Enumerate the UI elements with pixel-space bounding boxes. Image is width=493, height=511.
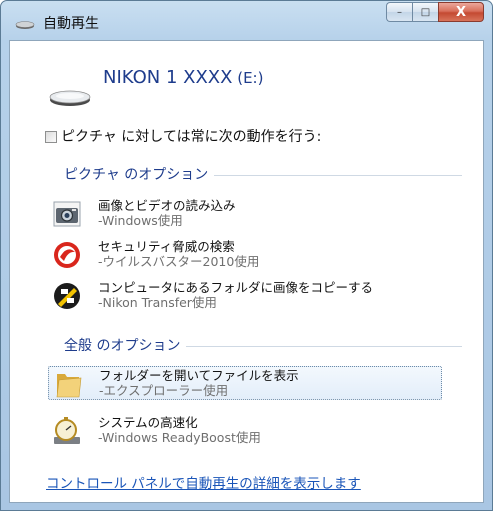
maximize-icon: □ (420, 6, 431, 18)
picture-options-header: ピクチャ のオプション (64, 166, 462, 184)
always-do-label: ピクチャ に対しては常に次の動作を行う: (61, 129, 322, 145)
nikon-transfer-icon (54, 283, 80, 309)
option-subtitle: -ウイルスバスター2010使用 (98, 254, 260, 269)
drive-heading: NIKON 1 XXXX (E:) (103, 67, 263, 89)
picture-options-label: ピクチャ のオプション (64, 167, 209, 183)
divider (214, 174, 462, 176)
close-button[interactable]: X (438, 2, 484, 22)
option-copy-to-folder[interactable]: コンピュータにあるフォルダに画像をコピーする -Nikon Transfer使用 (48, 279, 442, 313)
virus-buster-icon (54, 242, 80, 268)
minimize-icon: – (397, 6, 402, 18)
autoplay-window: 自動再生 – □ X NIKON 1 XXXX (E:) ピクチャ に対しては常… (0, 0, 493, 511)
folder-icon (56, 374, 82, 398)
option-title: システムの高速化 (98, 415, 198, 430)
general-options-label: 全般 のオプション (64, 338, 181, 354)
close-icon: X (455, 4, 467, 20)
drive-small-icon (15, 21, 35, 29)
camera-import-icon (53, 201, 81, 227)
option-title: 画像とビデオの読み込み (98, 198, 236, 213)
caption-buttons: – □ X (386, 2, 484, 24)
maximize-button[interactable]: □ (412, 2, 438, 22)
option-subtitle: -Nikon Transfer使用 (98, 295, 217, 310)
general-options-header: 全般 のオプション (64, 337, 462, 355)
always-do-row[interactable]: ピクチャ に対しては常に次の動作を行う: (45, 128, 321, 146)
control-panel-link[interactable]: コントロール パネルで自動再生の詳細を表示します (46, 475, 361, 493)
option-title: コンピュータにあるフォルダに画像をコピーする (98, 280, 374, 295)
option-subtitle: -Windows ReadyBoost使用 (98, 430, 261, 445)
minimize-button[interactable]: – (386, 2, 412, 22)
dialog-content: NIKON 1 XXXX (E:) ピクチャ に対しては常に次の動作を行う: ピ… (9, 40, 484, 503)
always-do-checkbox[interactable] (45, 131, 57, 143)
divider (186, 345, 462, 347)
drive-name: NIKON 1 XXXX (103, 67, 233, 88)
option-subtitle: -エクスプローラー使用 (99, 383, 229, 398)
title-bar[interactable]: 自動再生 – □ X (1, 1, 492, 41)
option-subtitle: -Windows使用 (98, 213, 183, 228)
removable-drive-icon (49, 90, 91, 106)
readyboost-stopwatch-icon (54, 417, 80, 444)
window-title: 自動再生 (43, 16, 99, 32)
option-open-folder[interactable]: フォルダーを開いてファイルを表示 -エクスプローラー使用 (48, 366, 442, 400)
option-speed-up-system[interactable]: システムの高速化 -Windows ReadyBoost使用 (48, 414, 442, 448)
option-title: セキュリティ脅威の検索 (98, 239, 235, 254)
option-title: フォルダーを開いてファイルを表示 (99, 368, 299, 383)
drive-letter: (E:) (232, 69, 264, 87)
option-import-pictures[interactable]: 画像とビデオの読み込み -Windows使用 (48, 197, 442, 231)
option-security-scan[interactable]: セキュリティ脅威の検索 -ウイルスバスター2010使用 (48, 238, 442, 272)
